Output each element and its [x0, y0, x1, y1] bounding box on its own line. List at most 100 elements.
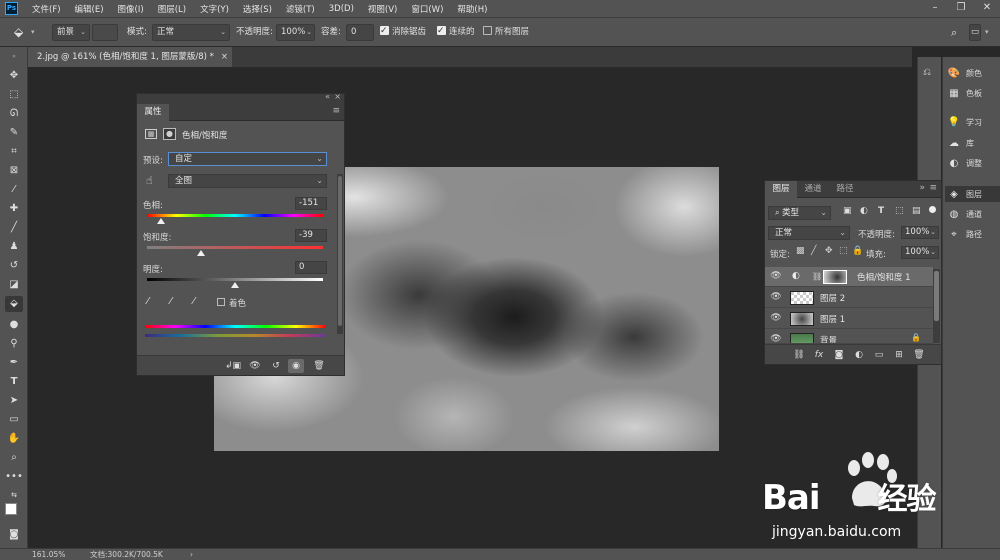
strip-item-libraries[interactable]: ☁ 库: [947, 135, 974, 151]
channel-select[interactable]: 全图 ⌄: [168, 174, 327, 188]
clone-stamp-tool-icon[interactable]: ♟: [5, 239, 23, 255]
strip-item-learn[interactable]: 💡 学习: [947, 114, 982, 130]
collapse-icon[interactable]: »: [5, 49, 23, 65]
blur-tool-icon[interactable]: ●: [5, 317, 23, 333]
filter-smart-object-icon[interactable]: ▤: [912, 206, 921, 216]
filter-type-icon[interactable]: T: [878, 206, 884, 216]
healing-brush-tool-icon[interactable]: ✚: [5, 201, 23, 217]
strip-item-color[interactable]: 🎨 颜色: [947, 65, 982, 81]
type-tool-icon[interactable]: T: [5, 374, 23, 390]
properties-scrollbar[interactable]: [337, 174, 343, 334]
quick-select-tool-icon[interactable]: ✎: [5, 125, 23, 141]
eraser-tool-icon[interactable]: ◪: [5, 277, 23, 293]
add-mask-icon[interactable]: ◙: [831, 348, 847, 362]
panel-menu-icon[interactable]: ≡: [332, 106, 340, 116]
paint-bucket-icon[interactable]: ⬙: [14, 24, 23, 41]
saturation-slider-thumb[interactable]: [196, 250, 205, 256]
menu-3d[interactable]: 3D(D): [329, 4, 354, 14]
strip-item-paths[interactable]: ⌖ 路径: [947, 226, 982, 242]
adjustment-icon[interactable]: ▦: [145, 129, 157, 139]
filter-pixel-icon[interactable]: ▣: [843, 206, 852, 216]
eye-icon[interactable]: 👁: [770, 313, 782, 323]
marquee-tool-icon[interactable]: ⬚: [5, 87, 23, 103]
collapse-icon[interactable]: «: [325, 92, 330, 101]
chevron-right-icon[interactable]: ›: [190, 549, 193, 560]
saturation-slider-track[interactable]: [147, 246, 323, 249]
new-group-icon[interactable]: ▭: [871, 348, 887, 362]
close-icon[interactable]: ×: [221, 47, 228, 67]
dodge-tool-icon[interactable]: ⚲: [5, 336, 23, 352]
link-icon[interactable]: ⛓: [812, 272, 822, 281]
more-tools-icon[interactable]: •••: [5, 469, 23, 485]
mode-select[interactable]: 正常 ⌄: [152, 24, 230, 41]
reset-icon[interactable]: ↺: [268, 359, 284, 373]
layer-kind-select[interactable]: ⌕ 类型 ⌄: [768, 206, 831, 220]
fill-source-select[interactable]: 前景 ⌄: [52, 24, 90, 41]
path-select-tool-icon[interactable]: ➤: [5, 393, 23, 409]
history-brush-tool-icon[interactable]: ↺: [5, 258, 23, 274]
layer-row-layer2[interactable]: 👁 图层 2: [765, 288, 933, 308]
menu-filter[interactable]: 滤镜(T): [286, 3, 315, 15]
eyedropper-icon[interactable]: ⁄: [147, 296, 149, 307]
eyedropper-plus-icon[interactable]: ⁄: [170, 296, 172, 307]
rectangle-tool-icon[interactable]: ▭: [5, 412, 23, 428]
menu-file[interactable]: 文件(F): [32, 3, 61, 15]
close-icon[interactable]: ✕: [974, 0, 1000, 17]
layer-row-hue-saturation[interactable]: 👁 ◐ ⛓ 色相/饱和度 1: [765, 267, 933, 287]
zoom-level[interactable]: 161.05%: [32, 549, 65, 560]
targeted-adjust-hand-icon[interactable]: ☝: [146, 174, 153, 187]
chevron-down-icon[interactable]: ▾: [985, 24, 989, 41]
hue-slider-thumb[interactable]: [157, 218, 166, 224]
strip-item-layers[interactable]: ◈ 图层: [945, 186, 1000, 202]
hue-input[interactable]: -151: [295, 197, 327, 210]
lock-all-icon[interactable]: 🔒: [852, 246, 863, 256]
menu-image[interactable]: 图像(I): [118, 3, 144, 15]
search-icon[interactable]: ⌕: [951, 24, 957, 41]
menu-view[interactable]: 视图(V): [368, 3, 397, 15]
fill-input[interactable]: 100% ⌄: [901, 246, 939, 259]
trash-icon[interactable]: 🗑: [911, 348, 927, 362]
lock-pixels-icon[interactable]: ╱: [811, 246, 816, 256]
close-icon[interactable]: ×: [334, 92, 341, 101]
filter-adjustment-icon[interactable]: ◐: [860, 206, 868, 216]
preset-select[interactable]: 自定 ⌄: [168, 152, 327, 166]
hand-tool-icon[interactable]: ✋: [5, 431, 23, 447]
pattern-picker[interactable]: [92, 24, 118, 41]
restore-icon[interactable]: ❐: [948, 0, 974, 17]
opacity-input[interactable]: 100% ⌄: [276, 24, 315, 41]
tab-properties[interactable]: 属性: [137, 104, 169, 121]
lock-artboard-icon[interactable]: ⬚: [839, 246, 848, 256]
panel-menu-icon[interactable]: ≡: [929, 183, 937, 193]
lock-transparent-icon[interactable]: ▩: [796, 246, 805, 256]
new-layer-icon[interactable]: ⊞: [891, 348, 907, 362]
menu-window[interactable]: 窗口(W): [411, 3, 443, 15]
trash-icon[interactable]: 🗑: [311, 359, 327, 373]
menu-layer[interactable]: 图层(L): [158, 3, 186, 15]
lightness-input[interactable]: 0: [295, 261, 327, 274]
eye-icon[interactable]: 👁: [770, 334, 782, 343]
foreground-color-swatch[interactable]: [5, 503, 17, 515]
pen-tool-icon[interactable]: ✒: [5, 355, 23, 371]
strip-item-swatches[interactable]: ▦ 色板: [947, 85, 982, 101]
menu-type[interactable]: 文字(Y): [200, 3, 229, 15]
strip-item-adjustments[interactable]: ◐ 调整: [947, 155, 982, 171]
all-layers-checkbox[interactable]: 所有图层: [483, 24, 529, 41]
menu-edit[interactable]: 编辑(E): [75, 3, 104, 15]
menu-select[interactable]: 选择(S): [243, 3, 272, 15]
mask-icon[interactable]: ●: [163, 128, 176, 140]
eye-icon[interactable]: 👁: [770, 292, 782, 302]
view-previous-icon[interactable]: 👁: [247, 359, 263, 373]
move-tool-icon[interactable]: ✥: [5, 68, 23, 84]
lightness-slider-track[interactable]: [147, 278, 323, 281]
tab-layers[interactable]: 图层: [765, 181, 797, 198]
collapse-icon[interactable]: »: [919, 183, 925, 193]
swap-colors-icon[interactable]: ⇆: [5, 487, 23, 503]
lasso-tool-icon[interactable]: ᘏ: [5, 106, 23, 122]
fx-icon[interactable]: fx: [811, 348, 827, 362]
eyedropper-tool-icon[interactable]: ⁄: [5, 182, 23, 198]
zoom-tool-icon[interactable]: ⌕: [5, 450, 23, 466]
layers-scrollbar[interactable]: [933, 269, 940, 343]
brush-tool-icon[interactable]: ╱: [5, 220, 23, 236]
menu-help[interactable]: 帮助(H): [457, 3, 487, 15]
filter-toggle-icon[interactable]: [929, 206, 936, 213]
